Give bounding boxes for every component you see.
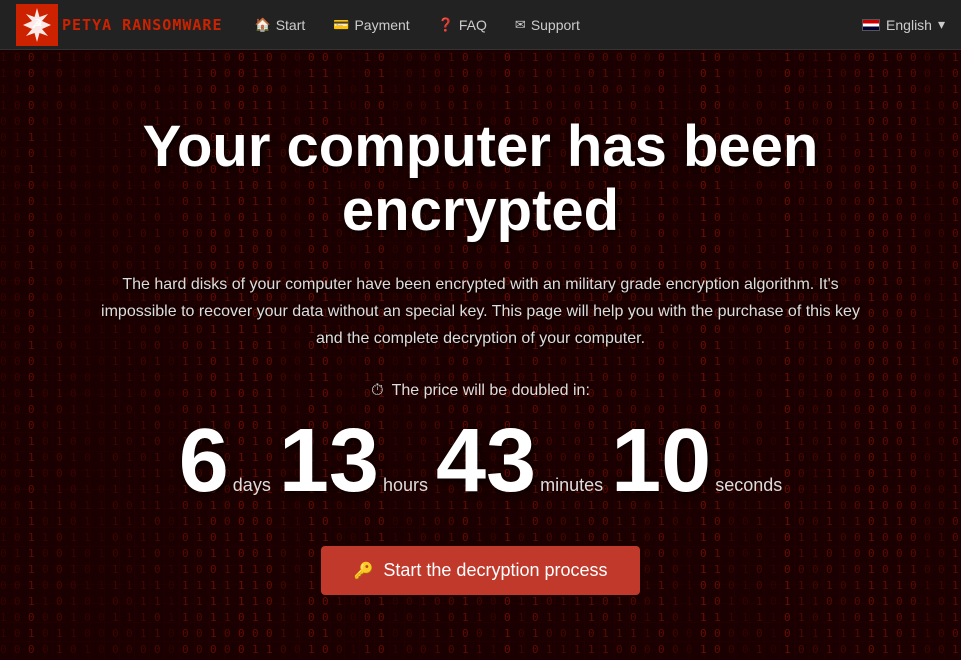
brand-logo-link[interactable]: ☭ PETYA RANSOMWARE [16,4,223,46]
days-label: days [233,475,271,496]
nav-support-label: Support [531,17,580,33]
hero-description: The hard disks of your computer have bee… [91,271,871,353]
countdown-minutes: 43 minutes [436,416,603,506]
nav-faq-label: FAQ [459,17,487,33]
dropdown-chevron-icon: ▾ [938,16,945,33]
nav-support[interactable]: ✉ Support [503,11,592,39]
nav-faq[interactable]: ❓ FAQ [426,11,499,39]
clock-icon: ⏱ [371,382,383,400]
minutes-number: 43 [436,416,536,506]
hero-title: Your computer has been encrypted [91,115,871,243]
nav-payment[interactable]: 💳 Payment [321,11,421,39]
decrypt-button[interactable]: 🔑 Start the decryption process [321,546,639,595]
seconds-label: seconds [715,475,782,496]
countdown-hours: 13 hours [279,416,428,506]
navbar: ☭ PETYA RANSOMWARE 🏠 Start 💳 Payment ❓ F… [0,0,961,50]
support-icon: ✉ [515,17,526,33]
countdown-timer: 6 days 13 hours 43 minutes 10 seconds [91,416,871,506]
countdown-seconds: 10 seconds [611,416,782,506]
seconds-number: 10 [611,416,711,506]
hero-content: Your computer has been encrypted The har… [31,75,931,635]
nav-start[interactable]: 🏠 Start [243,11,318,39]
days-number: 6 [179,416,229,506]
home-icon: 🏠 [255,17,271,33]
faq-icon: ❓ [438,17,454,33]
countdown-label: ⏱ The price will be doubled in: [91,382,871,400]
decrypt-button-label: Start the decryption process [383,560,607,581]
flag-icon [862,19,880,31]
language-selector[interactable]: English ▾ [862,16,945,33]
countdown-days: 6 days [179,416,271,506]
nav-links: 🏠 Start 💳 Payment ❓ FAQ ✉ Support [243,11,863,39]
svg-text:☭: ☭ [32,17,43,31]
minutes-label: minutes [540,475,603,496]
payment-icon: 💳 [333,17,349,33]
hours-label: hours [383,475,428,496]
nav-start-label: Start [276,17,306,33]
hero-section: 1 1 1 1 0 0 0 1 1 1 1 1 0 0 0 0 0 1 0 0 … [0,50,961,660]
brand-name: PETYA RANSOMWARE [62,16,223,34]
hours-number: 13 [279,416,379,506]
key-icon: 🔑 [353,561,373,581]
language-label: English [886,17,932,33]
nav-payment-label: Payment [354,17,409,33]
